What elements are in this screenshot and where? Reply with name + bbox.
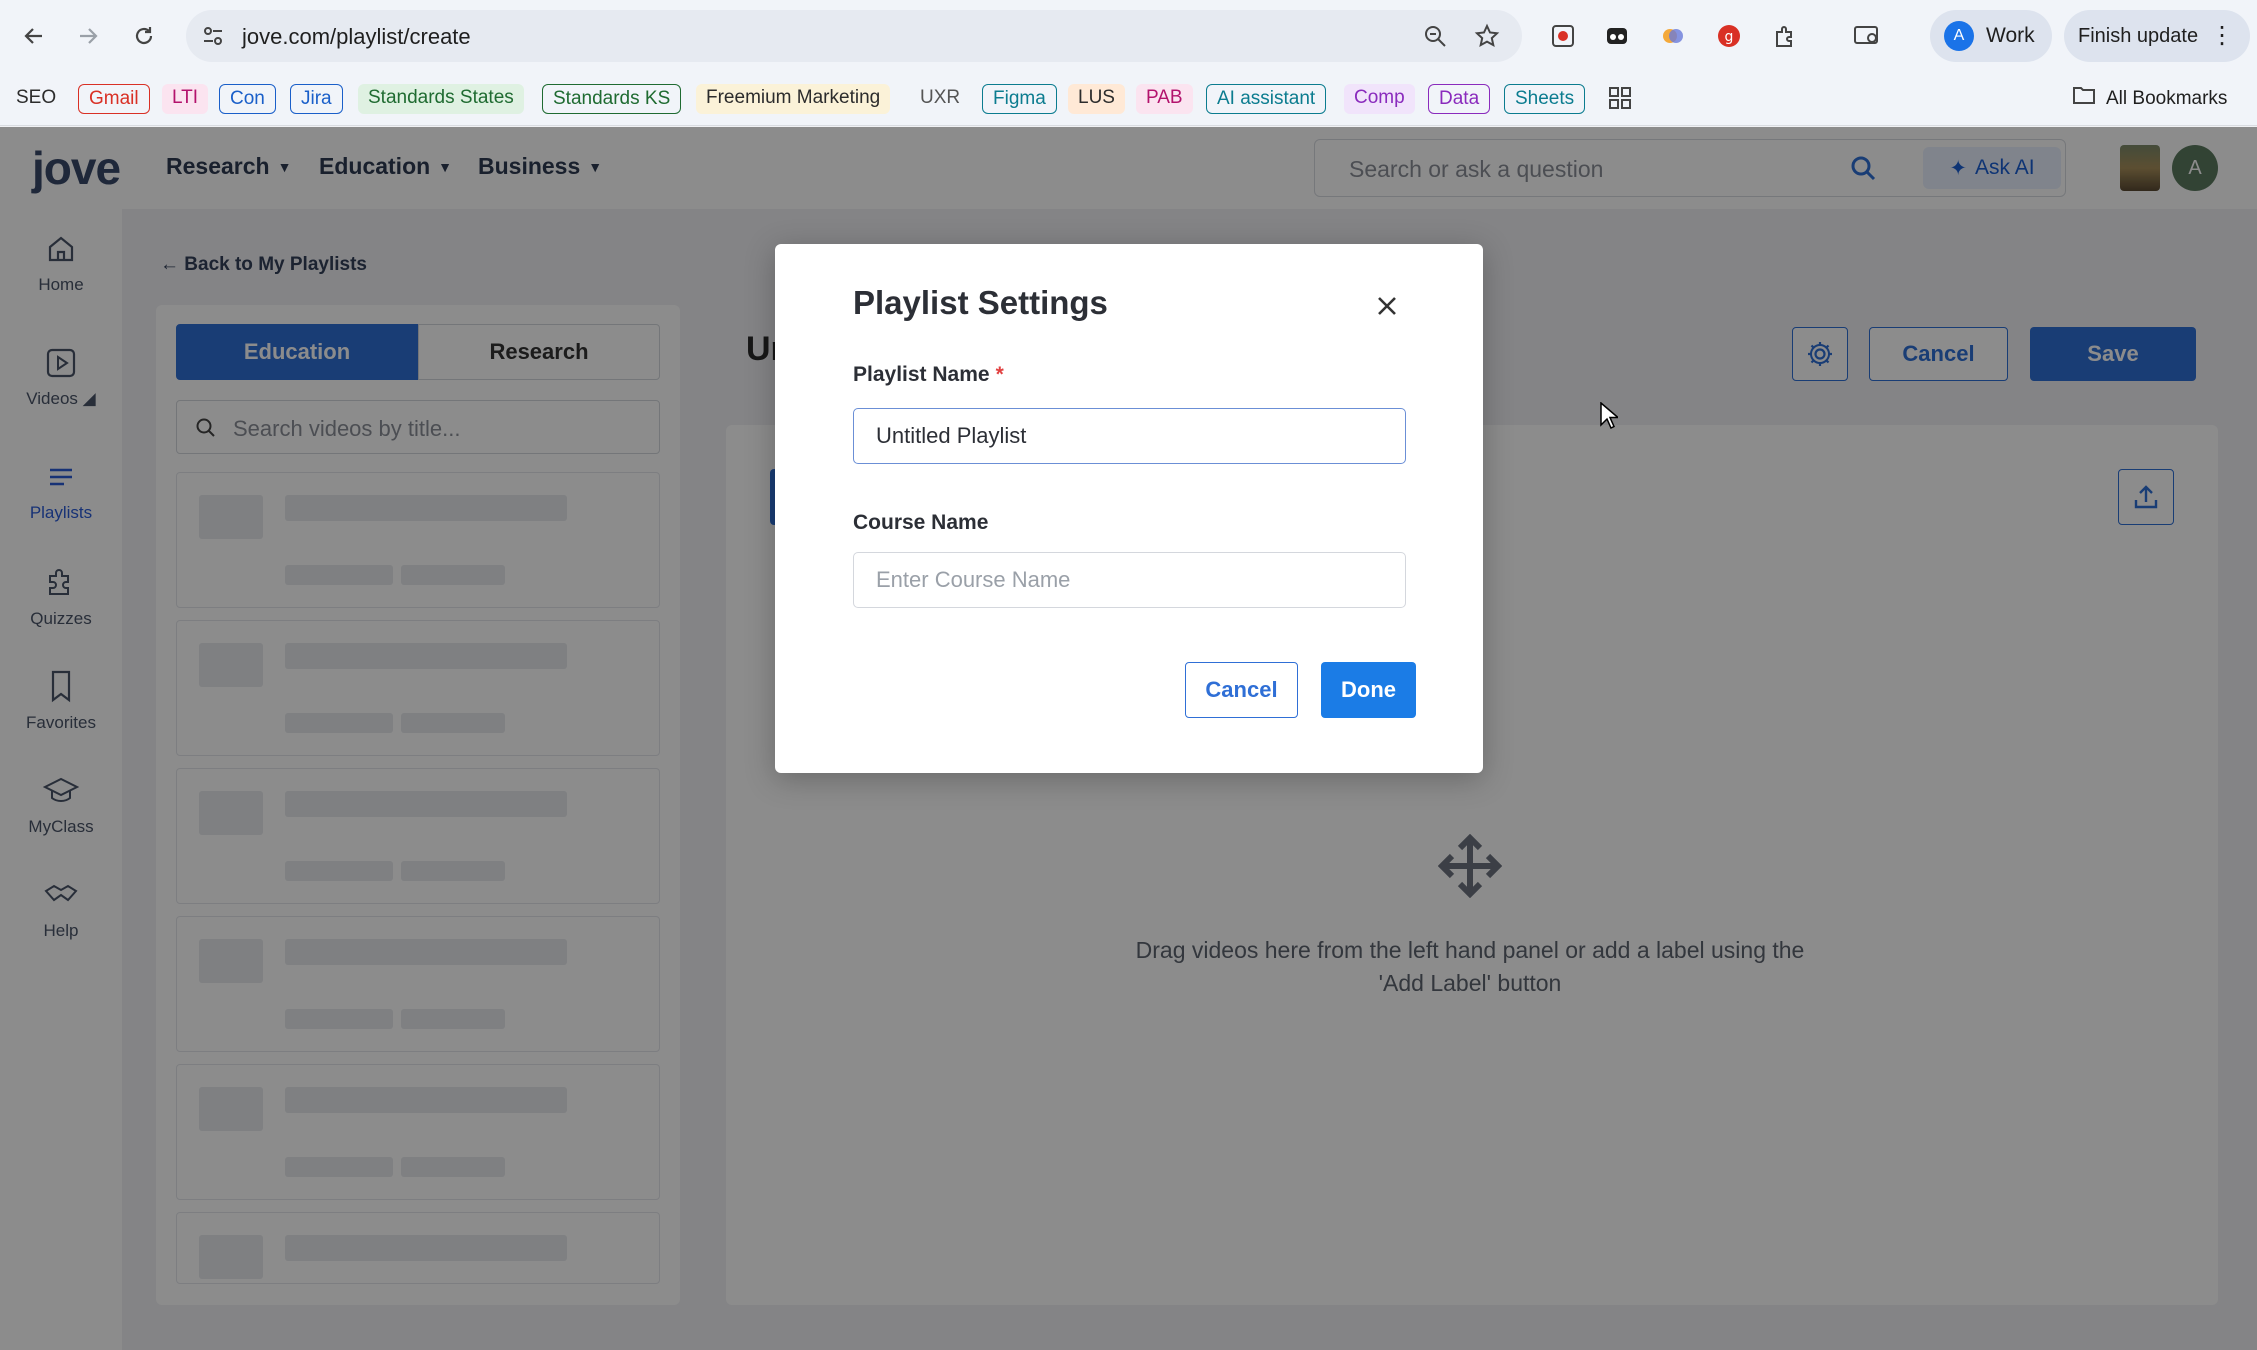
bookmark-lti[interactable]: LTI (162, 84, 209, 114)
finish-update-label: Finish update (2078, 24, 2199, 47)
bookmark-sheets[interactable]: Sheets (1504, 84, 1586, 114)
close-icon (1378, 297, 1396, 315)
screenshot-extension-icon[interactable] (1546, 19, 1580, 53)
site-settings-icon[interactable] (200, 23, 226, 54)
bookmark-ai-assistant[interactable]: AI assistant (1206, 84, 1327, 114)
bookmark-pab[interactable]: PAB (1136, 84, 1193, 114)
all-bookmarks-label: All Bookmarks (2106, 88, 2228, 109)
bookmark-standards-states[interactable]: Standards States (358, 84, 524, 114)
forward-arrow-icon[interactable] (70, 18, 106, 54)
profile-label: Work (1986, 24, 2035, 47)
reload-icon[interactable] (126, 18, 162, 54)
bookmark-comp[interactable]: Comp (1344, 84, 1415, 114)
bookmark-standards-ks[interactable]: Standards KS (542, 84, 682, 114)
bookmark-figma[interactable]: Figma (982, 84, 1057, 114)
extensions-puzzle-icon[interactable] (1768, 19, 1802, 53)
dialog-title: Playlist Settings (853, 284, 1108, 321)
color-extension-icon[interactable] (1656, 19, 1690, 53)
done-button[interactable]: Done (1321, 662, 1416, 718)
close-button[interactable] (1367, 286, 1407, 326)
course-name-input[interactable]: Enter Course Name (853, 552, 1406, 608)
address-bar[interactable]: jove.com/playlist/create (186, 10, 1522, 62)
bookmark-jira[interactable]: Jira (290, 84, 343, 114)
bookmark-data[interactable]: Data (1428, 84, 1491, 114)
course-name-label: Course Name (853, 511, 989, 534)
svg-text:g: g (1725, 29, 1734, 45)
playlist-name-input[interactable]: Untitled Playlist (853, 408, 1406, 464)
finish-update-button[interactable]: Finish update ⋮ (2064, 10, 2250, 62)
bookmark-seo[interactable]: SEO (10, 84, 62, 114)
incognito-extension-icon[interactable] (1600, 19, 1634, 53)
bookmark-lus[interactable]: LUS (1068, 84, 1125, 114)
bookmark-freemium-marketing[interactable]: Freemium Marketing (696, 84, 891, 114)
url-text: jove.com/playlist/create (242, 24, 471, 49)
dialog-cancel-button[interactable]: Cancel (1185, 662, 1298, 718)
all-bookmarks-button[interactable]: All Bookmarks (2072, 84, 2227, 114)
playlist-name-label: Playlist Name * (853, 363, 1004, 386)
bookmark-gmail[interactable]: Gmail (78, 84, 150, 114)
bookmarks-bar: SEO Gmail LTI Con Jira Standards States … (0, 72, 2257, 126)
bookmark-con[interactable]: Con (219, 84, 276, 114)
browser-toolbar: jove.com/playlist/create g A Work Finish… (0, 0, 2257, 72)
star-icon[interactable] (1474, 23, 1500, 54)
apps-grid-icon[interactable] (1608, 86, 1632, 115)
back-arrow-icon[interactable] (16, 18, 52, 54)
zoom-icon[interactable] (1422, 23, 1448, 54)
bookmark-uxr[interactable]: UXR (914, 84, 966, 114)
playlist-settings-dialog: Playlist Settings Playlist Name * Untitle… (775, 244, 1483, 773)
folder-icon (2072, 85, 2096, 114)
mouse-cursor-icon (1600, 401, 1621, 435)
profile-avatar: A (1944, 21, 1974, 51)
tab-search-icon[interactable] (1850, 19, 1884, 53)
more-menu-icon[interactable]: ⋮ (2210, 24, 2234, 48)
profile-chip[interactable]: A Work (1930, 10, 2052, 62)
required-marker: * (995, 363, 1004, 386)
grammarly-extension-icon[interactable]: g (1712, 19, 1746, 53)
